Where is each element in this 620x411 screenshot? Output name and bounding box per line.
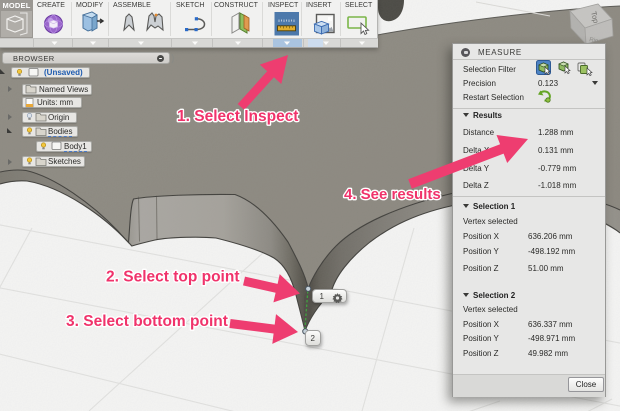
svg-text:2. Select top point: 2. Select top point — [106, 269, 239, 286]
svg-text:3. Select bottom point: 3. Select bottom point — [66, 313, 228, 330]
svg-text:4. See results: 4. See results — [344, 186, 441, 203]
svg-text:1. Select Inspect: 1. Select Inspect — [177, 108, 298, 125]
